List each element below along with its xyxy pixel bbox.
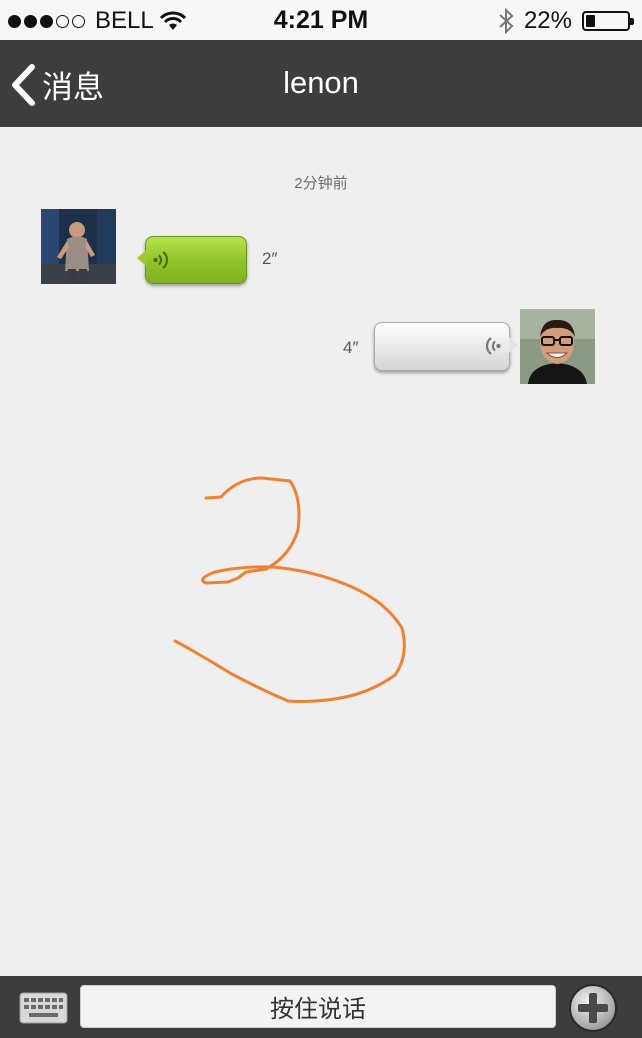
keyboard-icon[interactable]	[19, 992, 68, 1024]
plus-icon[interactable]	[568, 983, 618, 1033]
input-bar: 按住说话	[0, 976, 642, 1038]
hand-drawn-annotation	[173, 476, 406, 703]
hold-to-talk-button[interactable]: 按住说话	[80, 985, 556, 1028]
